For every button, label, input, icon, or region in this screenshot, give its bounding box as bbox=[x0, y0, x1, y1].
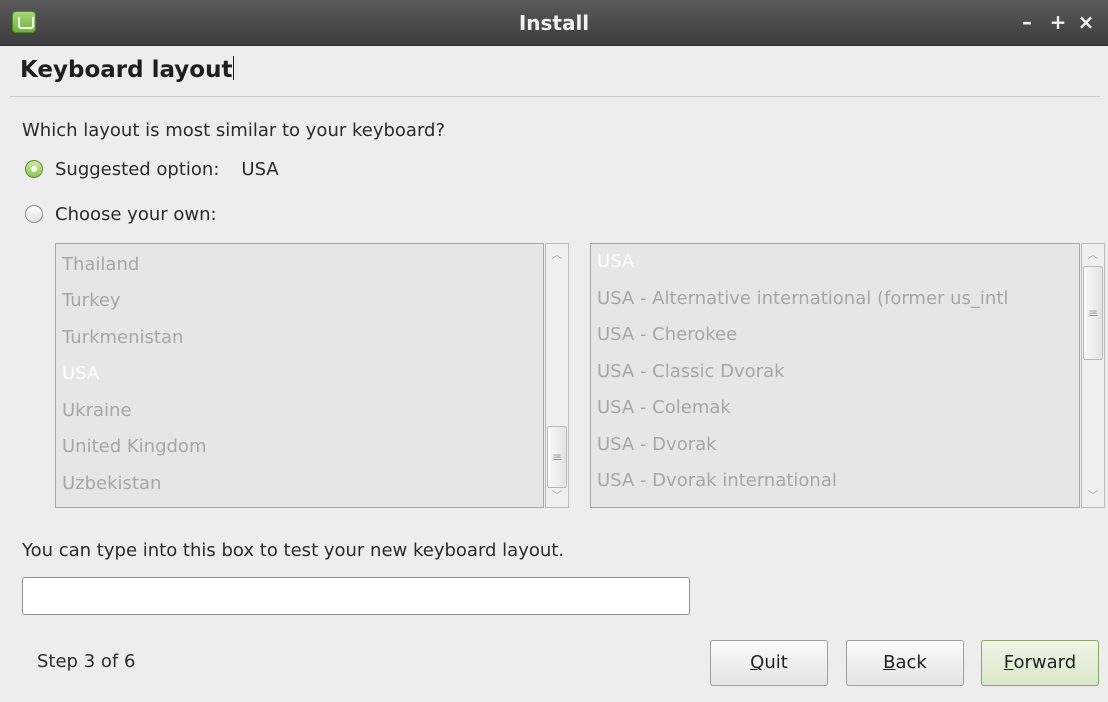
choose-own-label: Choose your own: bbox=[55, 203, 217, 225]
choose-own-radio[interactable] bbox=[25, 205, 43, 223]
heading-divider bbox=[10, 96, 1100, 97]
window-titlebar[interactable]: Install – + × bbox=[0, 0, 1108, 46]
suggested-option-label: Suggested option: bbox=[55, 158, 220, 180]
variant-list-item[interactable]: USA - Cherokee bbox=[597, 320, 737, 350]
scroll-thumb[interactable]: ≡ bbox=[547, 426, 567, 488]
country-list-item[interactable]: Turkey bbox=[62, 286, 121, 316]
quit-mnemonic: Q bbox=[750, 652, 765, 673]
variant-list-item-selected[interactable]: USA bbox=[597, 247, 634, 277]
page-title: Keyboard layout bbox=[20, 56, 235, 83]
country-list-item[interactable]: Uzbekistan bbox=[62, 469, 161, 499]
variant-list-item[interactable]: USA - Alternative international (former … bbox=[597, 284, 1008, 314]
variant-list-scrollbar[interactable]: ︿ ≡ ﹀ bbox=[1081, 243, 1105, 508]
country-list-scrollbar[interactable]: ︿ ≡ ﹀ bbox=[545, 243, 569, 508]
variant-list-item[interactable]: USA - Colemak bbox=[597, 393, 731, 423]
country-list-item[interactable]: United Kingdom bbox=[62, 432, 206, 462]
scroll-up-arrow-icon[interactable]: ︿ bbox=[546, 246, 568, 264]
window-title: Install bbox=[518, 11, 590, 35]
back-label-rest: ack bbox=[895, 652, 927, 673]
suggested-option-radio-row[interactable]: Suggested option: USA bbox=[25, 157, 279, 181]
country-list-item-selected[interactable]: USA bbox=[62, 359, 99, 389]
scroll-up-arrow-icon[interactable]: ︿ bbox=[1082, 246, 1104, 264]
quit-label-rest: uit bbox=[764, 652, 788, 673]
minimize-button[interactable]: – bbox=[1015, 8, 1039, 36]
variant-list-item[interactable]: USA - Classic Dvorak bbox=[597, 357, 785, 387]
quit-button[interactable]: Quit bbox=[710, 640, 828, 686]
country-list-item[interactable]: Ukraine bbox=[62, 396, 132, 426]
suggested-option-radio[interactable] bbox=[25, 160, 43, 178]
test-hint-label: You can type into this box to test your … bbox=[22, 540, 565, 561]
back-mnemonic: B bbox=[883, 652, 896, 673]
text-caret bbox=[233, 56, 235, 80]
back-button[interactable]: Back bbox=[846, 640, 964, 686]
scroll-down-arrow-icon[interactable]: ﹀ bbox=[546, 487, 568, 505]
forward-mnemonic: F bbox=[1003, 652, 1014, 673]
variant-list[interactable]: USA USA - Alternative international (for… bbox=[590, 243, 1080, 508]
forward-label-rest: orward bbox=[1013, 652, 1077, 673]
variant-list-item[interactable]: USA - Dvorak bbox=[597, 430, 717, 460]
forward-button[interactable]: Forward bbox=[981, 640, 1099, 686]
page-title-text: Keyboard layout bbox=[20, 57, 233, 83]
country-list[interactable]: Thailand Turkey Turkmenistan USA Ukraine… bbox=[55, 243, 544, 508]
close-button[interactable]: × bbox=[1074, 8, 1098, 36]
choose-own-radio-row[interactable]: Choose your own: bbox=[25, 202, 217, 226]
step-indicator: Step 3 of 6 bbox=[37, 651, 136, 672]
scroll-down-arrow-icon[interactable]: ﹀ bbox=[1082, 487, 1104, 505]
scroll-thumb[interactable]: ≡ bbox=[1083, 266, 1103, 360]
variant-list-item[interactable]: USA - Dvorak international bbox=[597, 466, 837, 496]
layout-question: Which layout is most similar to your key… bbox=[22, 120, 446, 141]
keyboard-test-input[interactable] bbox=[22, 577, 690, 615]
maximize-button[interactable]: + bbox=[1046, 8, 1070, 36]
country-list-item[interactable]: Turkmenistan bbox=[62, 323, 183, 353]
country-list-item[interactable]: Thailand bbox=[62, 250, 139, 280]
suggested-option-value: USA bbox=[241, 158, 279, 180]
